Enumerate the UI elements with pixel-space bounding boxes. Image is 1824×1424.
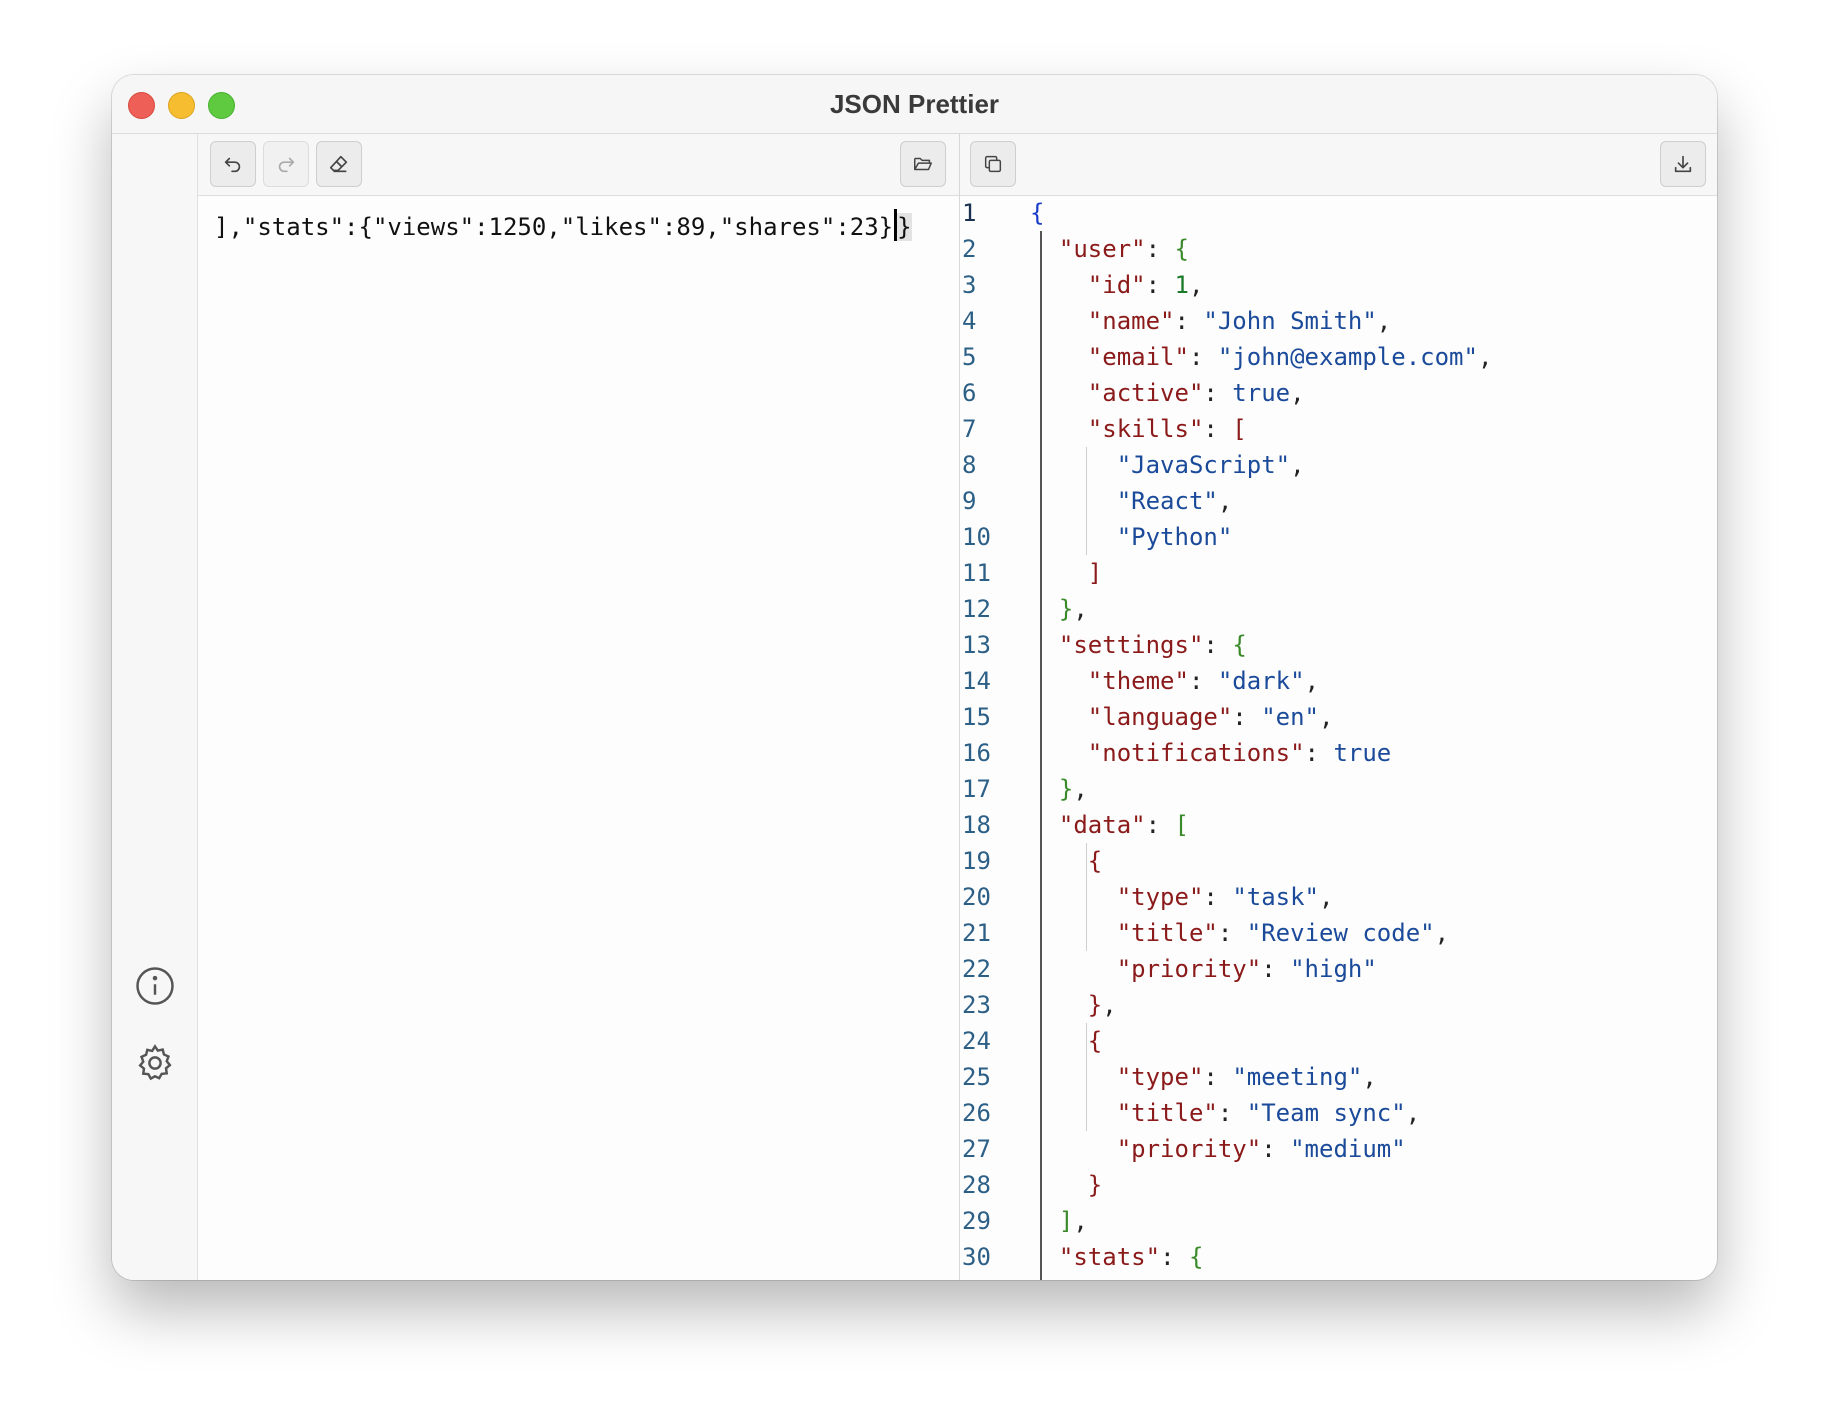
input-text: ],"stats":{"views":1250,"likes":89,"shar… [214,213,894,241]
code-text: "priority": "high" [1116,955,1377,983]
line-number: 5 [962,343,977,371]
undo-button[interactable] [210,141,256,187]
line-number: 25 [962,1063,991,1091]
line-number: 3 [962,271,977,299]
code-text: "email": "john@example.com", [1087,343,1493,371]
code-text: }, [1058,595,1088,623]
code-text: "notifications": true [1087,739,1392,767]
json-input-editor[interactable]: ],"stats":{"views":1250,"likes":89,"shar… [214,209,912,245]
code-text: { [1087,847,1103,875]
code-text: "stats": { [1058,1243,1204,1271]
line-number: 17 [962,775,991,803]
code-text: "theme": "dark", [1087,667,1320,695]
code-text: "data": [ [1058,811,1189,839]
code-text: "Python" [1116,523,1233,551]
code-text: "type": "task", [1116,883,1334,911]
line-number: 9 [962,487,977,515]
line-number: 8 [962,451,977,479]
output-pane: 1 {2 "user": { 3 "id": 1, 4 "name": "John S… [960,134,1717,1280]
line-number: 28 [962,1171,991,1199]
line-number: 18 [962,811,991,839]
input-pane: ],"stats":{"views":1250,"likes":89,"shar… [198,134,960,1280]
line-number: 23 [962,991,991,1019]
code-text: "priority": "medium" [1116,1135,1406,1163]
code-text: }, [1087,991,1117,1019]
code-text: ], [1058,1207,1088,1235]
folder-open-icon [914,157,932,171]
line-number: 7 [962,415,977,443]
line-number: 2 [962,235,977,263]
line-number: 15 [962,703,991,731]
undo-icon [224,157,241,173]
eraser-icon [329,155,348,173]
line-number: 1 [962,199,977,227]
code-text: "user": { [1058,235,1189,263]
code-text: "language": "en", [1087,703,1334,731]
redo-icon [278,157,295,173]
line-number: 22 [962,955,991,983]
line-number: 21 [962,919,991,947]
line-number: 29 [962,1207,991,1235]
line-number: 12 [962,595,991,623]
line-number: 16 [962,739,991,767]
code-text: "JavaScript", [1116,451,1305,479]
window-title: JSON Prettier [829,89,1000,119]
code-text: "settings": { [1058,631,1247,659]
code-text: }, [1058,775,1088,803]
line-number: 27 [962,1135,991,1163]
line-number: 20 [962,883,991,911]
sidebar [112,134,198,1280]
input-text-tail: } [897,213,912,241]
download-icon [1674,155,1692,173]
code-text: "type": "meeting", [1116,1063,1377,1091]
line-number: 14 [962,667,991,695]
line-number: 13 [962,631,991,659]
gear-icon[interactable] [134,1042,176,1084]
line-number: 4 [962,307,977,335]
output-toolbar [960,134,1717,196]
clear-button[interactable] [316,141,362,187]
code-text: "active": true, [1087,379,1305,407]
formatted-json-output[interactable]: 1 {2 "user": { 3 "id": 1, 4 "name": "John S… [960,195,1717,1280]
redo-button[interactable] [263,141,309,187]
open-file-button[interactable] [900,141,946,187]
download-button[interactable] [1660,141,1706,187]
code-text: { [1030,199,1045,227]
line-number: 24 [962,1027,991,1055]
code-text: { [1087,1027,1103,1055]
line-number: 6 [962,379,977,407]
code-text: "title": "Team sync", [1116,1099,1421,1127]
code-text: ] [1087,559,1103,587]
code-text: "title": "Review code", [1116,919,1450,947]
code-text: "id": 1, [1087,271,1204,299]
title-bar: JSON Prettier [112,75,1717,134]
code-text: } [1087,1171,1103,1199]
copy-icon [984,155,1002,173]
code-text: "skills": [ [1087,415,1247,443]
info-icon[interactable] [134,965,176,1007]
line-number: 26 [962,1099,991,1127]
line-number: 10 [962,523,991,551]
line-number: 19 [962,847,991,875]
app-window: JSON Prettier],"stats":{"views":1250,"l… [112,75,1717,1280]
copy-button[interactable] [970,141,1016,187]
input-toolbar [198,134,959,196]
code-text: "name": "John Smith", [1087,307,1392,335]
code-text: "React", [1116,487,1233,515]
line-number: 30 [962,1243,991,1271]
line-number: 11 [962,559,991,587]
